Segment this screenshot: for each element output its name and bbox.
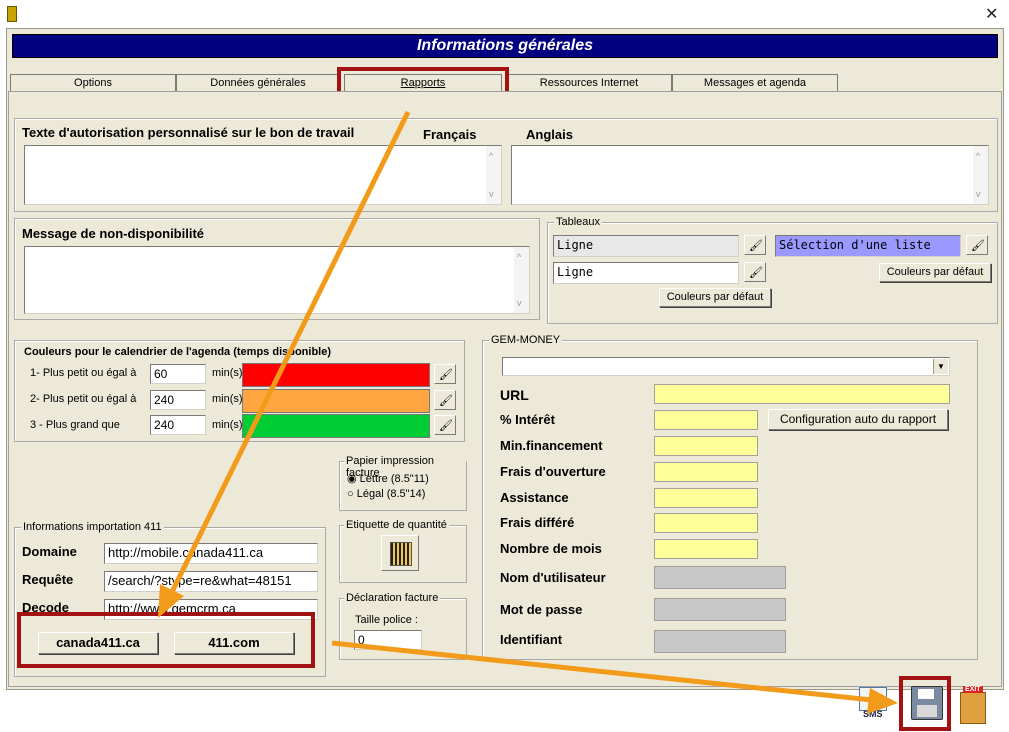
radio-empty-icon: ○ (347, 488, 354, 500)
palette-icon: 🖌 (749, 267, 763, 279)
palette-icon: 🖌 (971, 240, 985, 252)
exit-label: EXIT (963, 686, 983, 693)
paper-group: Papier impression facture (339, 455, 467, 511)
assistance-input[interactable] (654, 488, 758, 508)
agenda-unit-label: min(s) (212, 393, 243, 405)
color-picker-button[interactable]: 🖌 (744, 262, 766, 282)
password-input[interactable] (654, 598, 786, 621)
frais-ouverture-input[interactable] (654, 462, 758, 482)
config-auto-button[interactable]: Configuration auto du rapport (768, 409, 948, 430)
agenda-color-swatch (242, 389, 430, 413)
auth-fr-textarea[interactable]: ^ v (24, 145, 502, 205)
requete-label: Requête (22, 572, 74, 587)
agenda-title: Couleurs pour le calendrier de l'agenda … (24, 346, 332, 358)
font-size-label: Taille police : (355, 614, 418, 626)
agenda-value-input[interactable]: 60 (150, 364, 206, 384)
interet-input[interactable] (654, 410, 758, 430)
font-size-input[interactable]: 0 (354, 630, 422, 650)
sms-icon (859, 687, 887, 711)
domaine-input[interactable]: http://mobile.canada411.ca (104, 543, 318, 564)
unavail-title: Message de non-disponibilité (22, 226, 205, 241)
color-picker-button[interactable]: 🖌 (434, 390, 456, 410)
tab-donnees-generales[interactable]: Données générales (176, 74, 340, 91)
agenda-row-label: 3 - Plus grand que (30, 419, 120, 431)
identifiant-input[interactable] (654, 630, 786, 653)
exit-door-icon (960, 692, 986, 724)
app-icon (7, 6, 17, 22)
minfin-input[interactable] (654, 436, 758, 456)
import-buttons-highlight-box (17, 612, 315, 668)
auth-fr-label: Français (423, 127, 477, 142)
chevron-down-icon[interactable]: ▼ (933, 359, 948, 374)
agenda-value-input[interactable]: 240 (150, 415, 206, 435)
url-input[interactable] (654, 384, 950, 404)
frais-ouverture-label: Frais d'ouverture (500, 464, 606, 479)
tab-ressources-internet[interactable]: Ressources Internet (506, 74, 672, 91)
minfin-label: Min.financement (500, 438, 603, 453)
tableaux-field-2[interactable]: Ligne (553, 262, 739, 284)
gem-title: GEM-MONEY (489, 334, 563, 346)
nombre-mois-input[interactable] (654, 539, 758, 559)
requete-input[interactable]: /search/?stype=re&what=48151 (104, 571, 318, 592)
username-label: Nom d'utilisateur (500, 570, 606, 585)
assistance-label: Assistance (500, 490, 569, 505)
agenda-row-label: 1- Plus petit ou égal à (30, 367, 137, 379)
save-highlight-box (899, 676, 951, 731)
barcode-icon (390, 542, 412, 566)
sms-button[interactable]: SMS (853, 683, 893, 723)
identifiant-label: Identifiant (500, 632, 563, 647)
agenda-color-swatch (242, 363, 430, 387)
nombre-mois-label: Nombre de mois (500, 541, 602, 556)
declaration-group: Déclaration facture (339, 592, 467, 660)
palette-icon: 🖌 (439, 395, 453, 407)
username-input[interactable] (654, 566, 786, 589)
etiquette-title: Etiquette de quantité (344, 519, 449, 531)
radio-checked-icon: ◉ (347, 473, 357, 485)
tableaux-field-1[interactable]: Ligne (553, 235, 739, 257)
frais-differe-input[interactable] (654, 513, 758, 533)
paper-option-lettre-label: Lettre (8.5"11) (359, 473, 429, 485)
declaration-title: Déclaration facture (344, 592, 441, 604)
auth-title: Texte d'autorisation personnalisé sur le… (22, 125, 355, 140)
paper-option-legal-label: Légal (8.5"14) (356, 488, 426, 500)
frais-differe-label: Frais différé (500, 515, 575, 530)
page-title: Informations générales (12, 34, 998, 58)
tableaux-title: Tableaux (554, 216, 603, 228)
gem-select[interactable]: ▼ (502, 357, 950, 376)
color-picker-button[interactable]: 🖌 (434, 415, 456, 435)
unavail-textarea[interactable]: ^ v (24, 246, 530, 314)
palette-icon: 🖌 (439, 369, 453, 381)
default-colors-button[interactable]: Couleurs par défaut (879, 263, 991, 282)
password-label: Mot de passe (500, 602, 583, 617)
interet-label: % Intérêt (500, 412, 555, 427)
url-label: URL (500, 387, 529, 403)
barcode-button[interactable] (381, 535, 419, 571)
tab-messages-agenda[interactable]: Messages et agenda (672, 74, 838, 91)
import411-title: Informations importation 411 (21, 521, 164, 533)
close-icon[interactable]: ✕ (985, 4, 998, 24)
color-picker-button[interactable]: 🖌 (744, 235, 766, 255)
color-picker-button[interactable]: 🖌 (434, 364, 456, 384)
agenda-unit-label: min(s) (212, 367, 243, 379)
palette-icon: 🖌 (439, 420, 453, 432)
agenda-row-label: 2- Plus petit ou égal à (30, 393, 137, 405)
tableaux-selection-field[interactable]: Sélection d'une liste (775, 235, 961, 257)
agenda-color-swatch (242, 414, 430, 438)
domaine-label: Domaine (22, 544, 77, 559)
agenda-value-input[interactable]: 240 (150, 390, 206, 410)
default-colors-button[interactable]: Couleurs par défaut (659, 288, 771, 307)
exit-button[interactable]: EXIT (958, 686, 990, 724)
auth-en-textarea[interactable]: ^ v (511, 145, 989, 205)
color-picker-button[interactable]: 🖌 (966, 235, 988, 255)
auth-en-label: Anglais (526, 127, 573, 142)
palette-icon: 🖌 (749, 240, 763, 252)
sms-label: SMS (863, 709, 883, 719)
agenda-unit-label: min(s) (212, 419, 243, 431)
paper-option-lettre[interactable]: ◉ Lettre (8.5"11) (347, 472, 429, 485)
paper-option-legal[interactable]: ○ Légal (8.5"14) (347, 488, 425, 500)
tab-options[interactable]: Options (10, 74, 176, 91)
